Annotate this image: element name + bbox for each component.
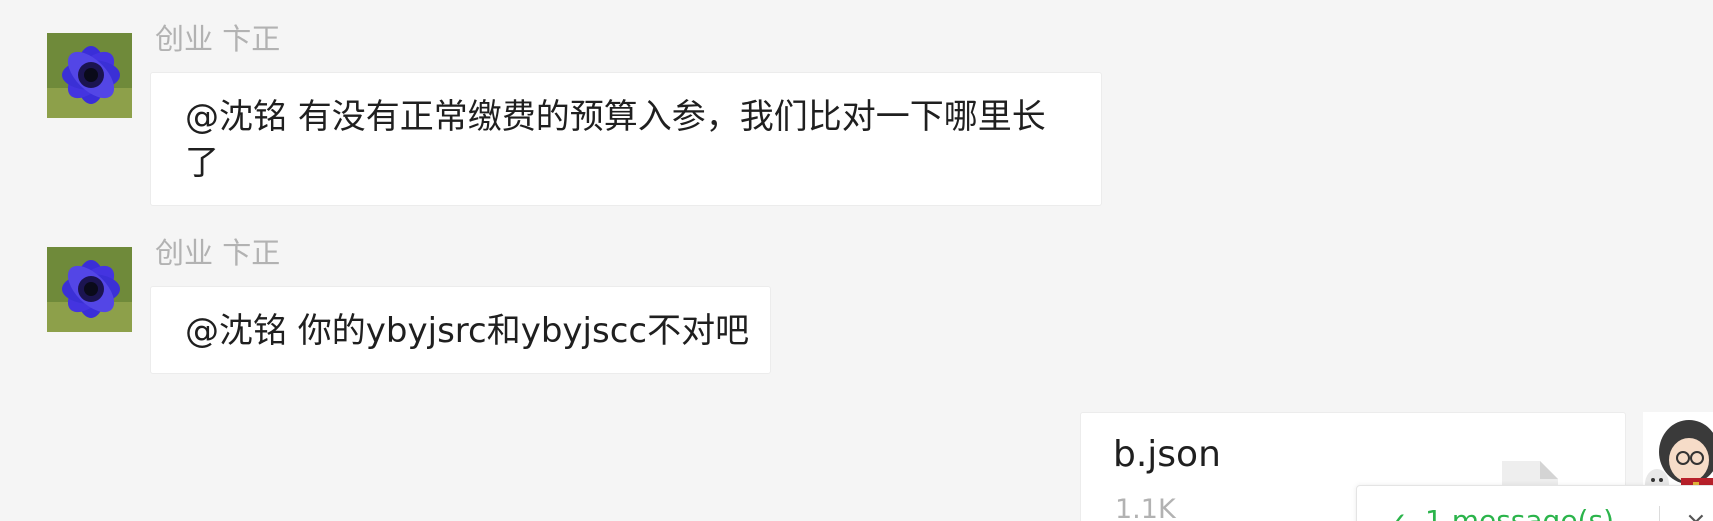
sender-name: 创业 卞正 (155, 236, 281, 270)
close-icon[interactable]: × (1685, 508, 1707, 521)
toast-divider (1659, 506, 1660, 521)
toast-text: 1 message(s) (1425, 504, 1614, 521)
check-icon: ✓ (1385, 508, 1408, 521)
notification-toast[interactable]: ✓ 1 message(s) × (1356, 485, 1713, 521)
message-bubble[interactable]: @沈铭 有没有正常缴费的预算入参，我们比对一下哪里长了 (150, 72, 1102, 206)
flower-avatar-image (47, 247, 132, 332)
flower-avatar-image (47, 33, 132, 118)
message-text: @沈铭 你的ybyjsrc和ybyjscc不对吧 (185, 311, 750, 351)
sender-avatar[interactable] (47, 33, 132, 118)
file-size: 1.1K (1115, 494, 1176, 521)
file-name: b.json (1113, 434, 1221, 475)
chat-message-list[interactable]: 创业 卞正 @沈铭 有没有正常缴费的预算入参，我们比对一下哪里长了 创业 卞正 … (0, 0, 1713, 521)
message-bubble[interactable]: @沈铭 你的ybyjsrc和ybyjscc不对吧 (150, 286, 771, 374)
sender-name: 创业 卞正 (155, 22, 281, 56)
sender-avatar[interactable] (47, 247, 132, 332)
message-text: @沈铭 有没有正常缴费的预算入参，我们比对一下哪里长了 (185, 97, 1046, 183)
